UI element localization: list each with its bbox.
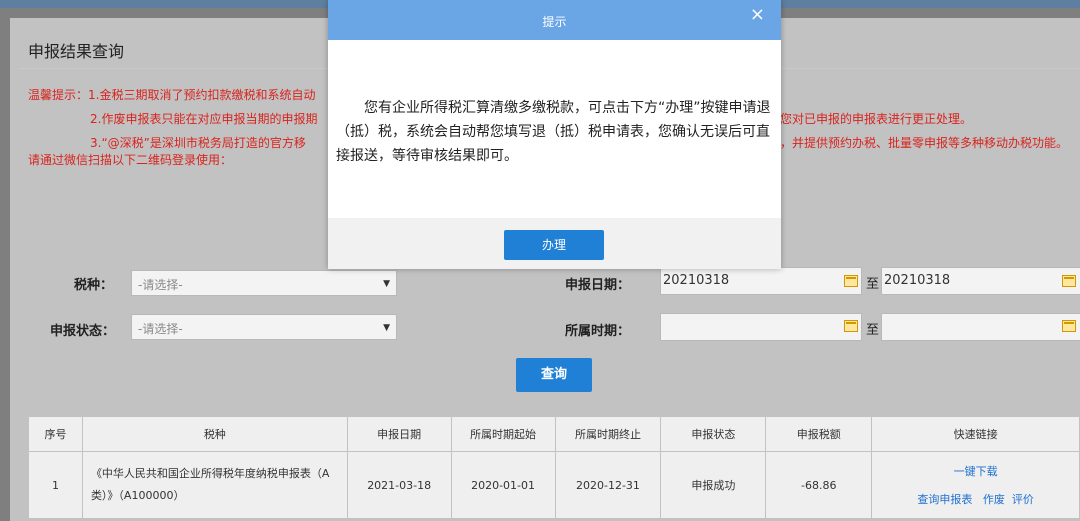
rate-link[interactable]: 评价 [1012,493,1034,506]
dialog-header: 提示 [328,0,781,40]
col-date: 申报日期 [346,416,452,452]
result-table: 序号 税种 申报日期 所属时期起始 所属时期终止 申报状态 申报税额 快速链接 … [28,416,1080,519]
tip-line-3: 3.“@深税”是深圳市税务局打造的官方移 [90,136,306,150]
col-tax-type: 税种 [81,416,348,452]
col-period-end: 所属时期终止 [554,416,662,452]
tax-type-label: 税种： [74,278,114,293]
tip-line-2-tail: 您对已申报的申报表进行更正处理。 [780,112,973,126]
tax-type-select[interactable]: -请选择- ▼ [131,270,397,296]
query-button[interactable]: 查询 [516,358,592,392]
col-status: 申报状态 [660,416,767,452]
calendar-icon[interactable] [844,275,858,287]
period-from-input[interactable] [660,313,862,341]
col-links: 快速链接 [871,416,1080,452]
cell-index: 1 [28,451,83,519]
col-period-start: 所属时期起始 [450,416,556,452]
table-row: 1 《中华人民共和国企业所得税年度纳税申报表（A类）》（A100000） 202… [28,451,1080,519]
calendar-icon[interactable] [1062,320,1076,332]
cell-links: 一键下载 查询申报表 作废 评价 [871,451,1080,519]
date-from-input[interactable]: 20210318 [660,267,862,295]
chevron-down-icon: ▼ [383,279,390,289]
void-link[interactable]: 作废 [983,493,1005,506]
tip-line-3-tail: ，并提供预约办税、批量零申报等多种移动办税功能。 [780,136,1069,150]
dialog-message-text: 您有企业所得税汇算清缴多缴税款，可点击下方“办理”按键申请退（抵）税，系统会自动… [336,100,771,164]
cell-tax-name: 《中华人民共和国企业所得税年度纳税申报表（A类）》（A100000） [81,451,348,519]
dialog-message: 您有企业所得税汇算清缴多缴税款，可点击下方“办理”按键申请退（抵）税，系统会自动… [336,96,776,168]
calendar-icon[interactable] [1062,275,1076,287]
period-label: 所属时期： [565,324,631,339]
col-amount: 申报税额 [765,416,873,452]
date-from-value: 20210318 [663,273,730,288]
cell-date: 2021-03-18 [346,451,452,519]
date-to-value: 20210318 [884,273,951,288]
to-separator: 至 [866,277,880,292]
tip-line-4: 请通过微信扫描以下二维码登录使用： [28,153,233,167]
dialog-title: 提示 [542,15,567,29]
dialog-footer: 办理 [328,218,781,269]
cell-status: 申报成功 [660,451,767,519]
tip-line-1: 温馨提示：1.金税三期取消了预约扣款缴税和系统自动 [28,88,316,102]
cell-period-end: 2020-12-31 [554,451,662,519]
period-to-input[interactable] [881,313,1080,341]
col-index: 序号 [28,416,83,452]
notice-dialog: 提示 × 您有企业所得税汇算清缴多缴税款，可点击下方“办理”按键申请退（抵）税，… [328,0,781,269]
cell-period-start: 2020-01-01 [450,451,556,519]
to-separator: 至 [866,323,880,338]
cell-amount: -68.86 [765,451,873,519]
calendar-icon[interactable] [844,320,858,332]
view-report-link[interactable]: 查询申报表 [917,493,972,506]
date-label: 申报日期： [565,278,631,293]
date-to-input[interactable]: 20210318 [881,267,1080,295]
status-value: -请选择- [138,322,183,336]
tax-type-value: -请选择- [138,278,183,292]
page-title: 申报结果查询 [28,42,125,61]
chevron-down-icon: ▼ [383,323,390,333]
tip-line-2: 2.作废申报表只能在对应申报当期的申报期 [90,112,318,126]
handle-button[interactable]: 办理 [504,230,604,260]
download-link[interactable]: 一键下载 [954,465,998,478]
table-header-row: 序号 税种 申报日期 所属时期起始 所属时期终止 申报状态 申报税额 快速链接 [28,416,1080,452]
status-label: 申报状态： [50,324,116,339]
close-icon[interactable]: × [750,4,765,26]
status-select[interactable]: -请选择- ▼ [131,314,397,340]
